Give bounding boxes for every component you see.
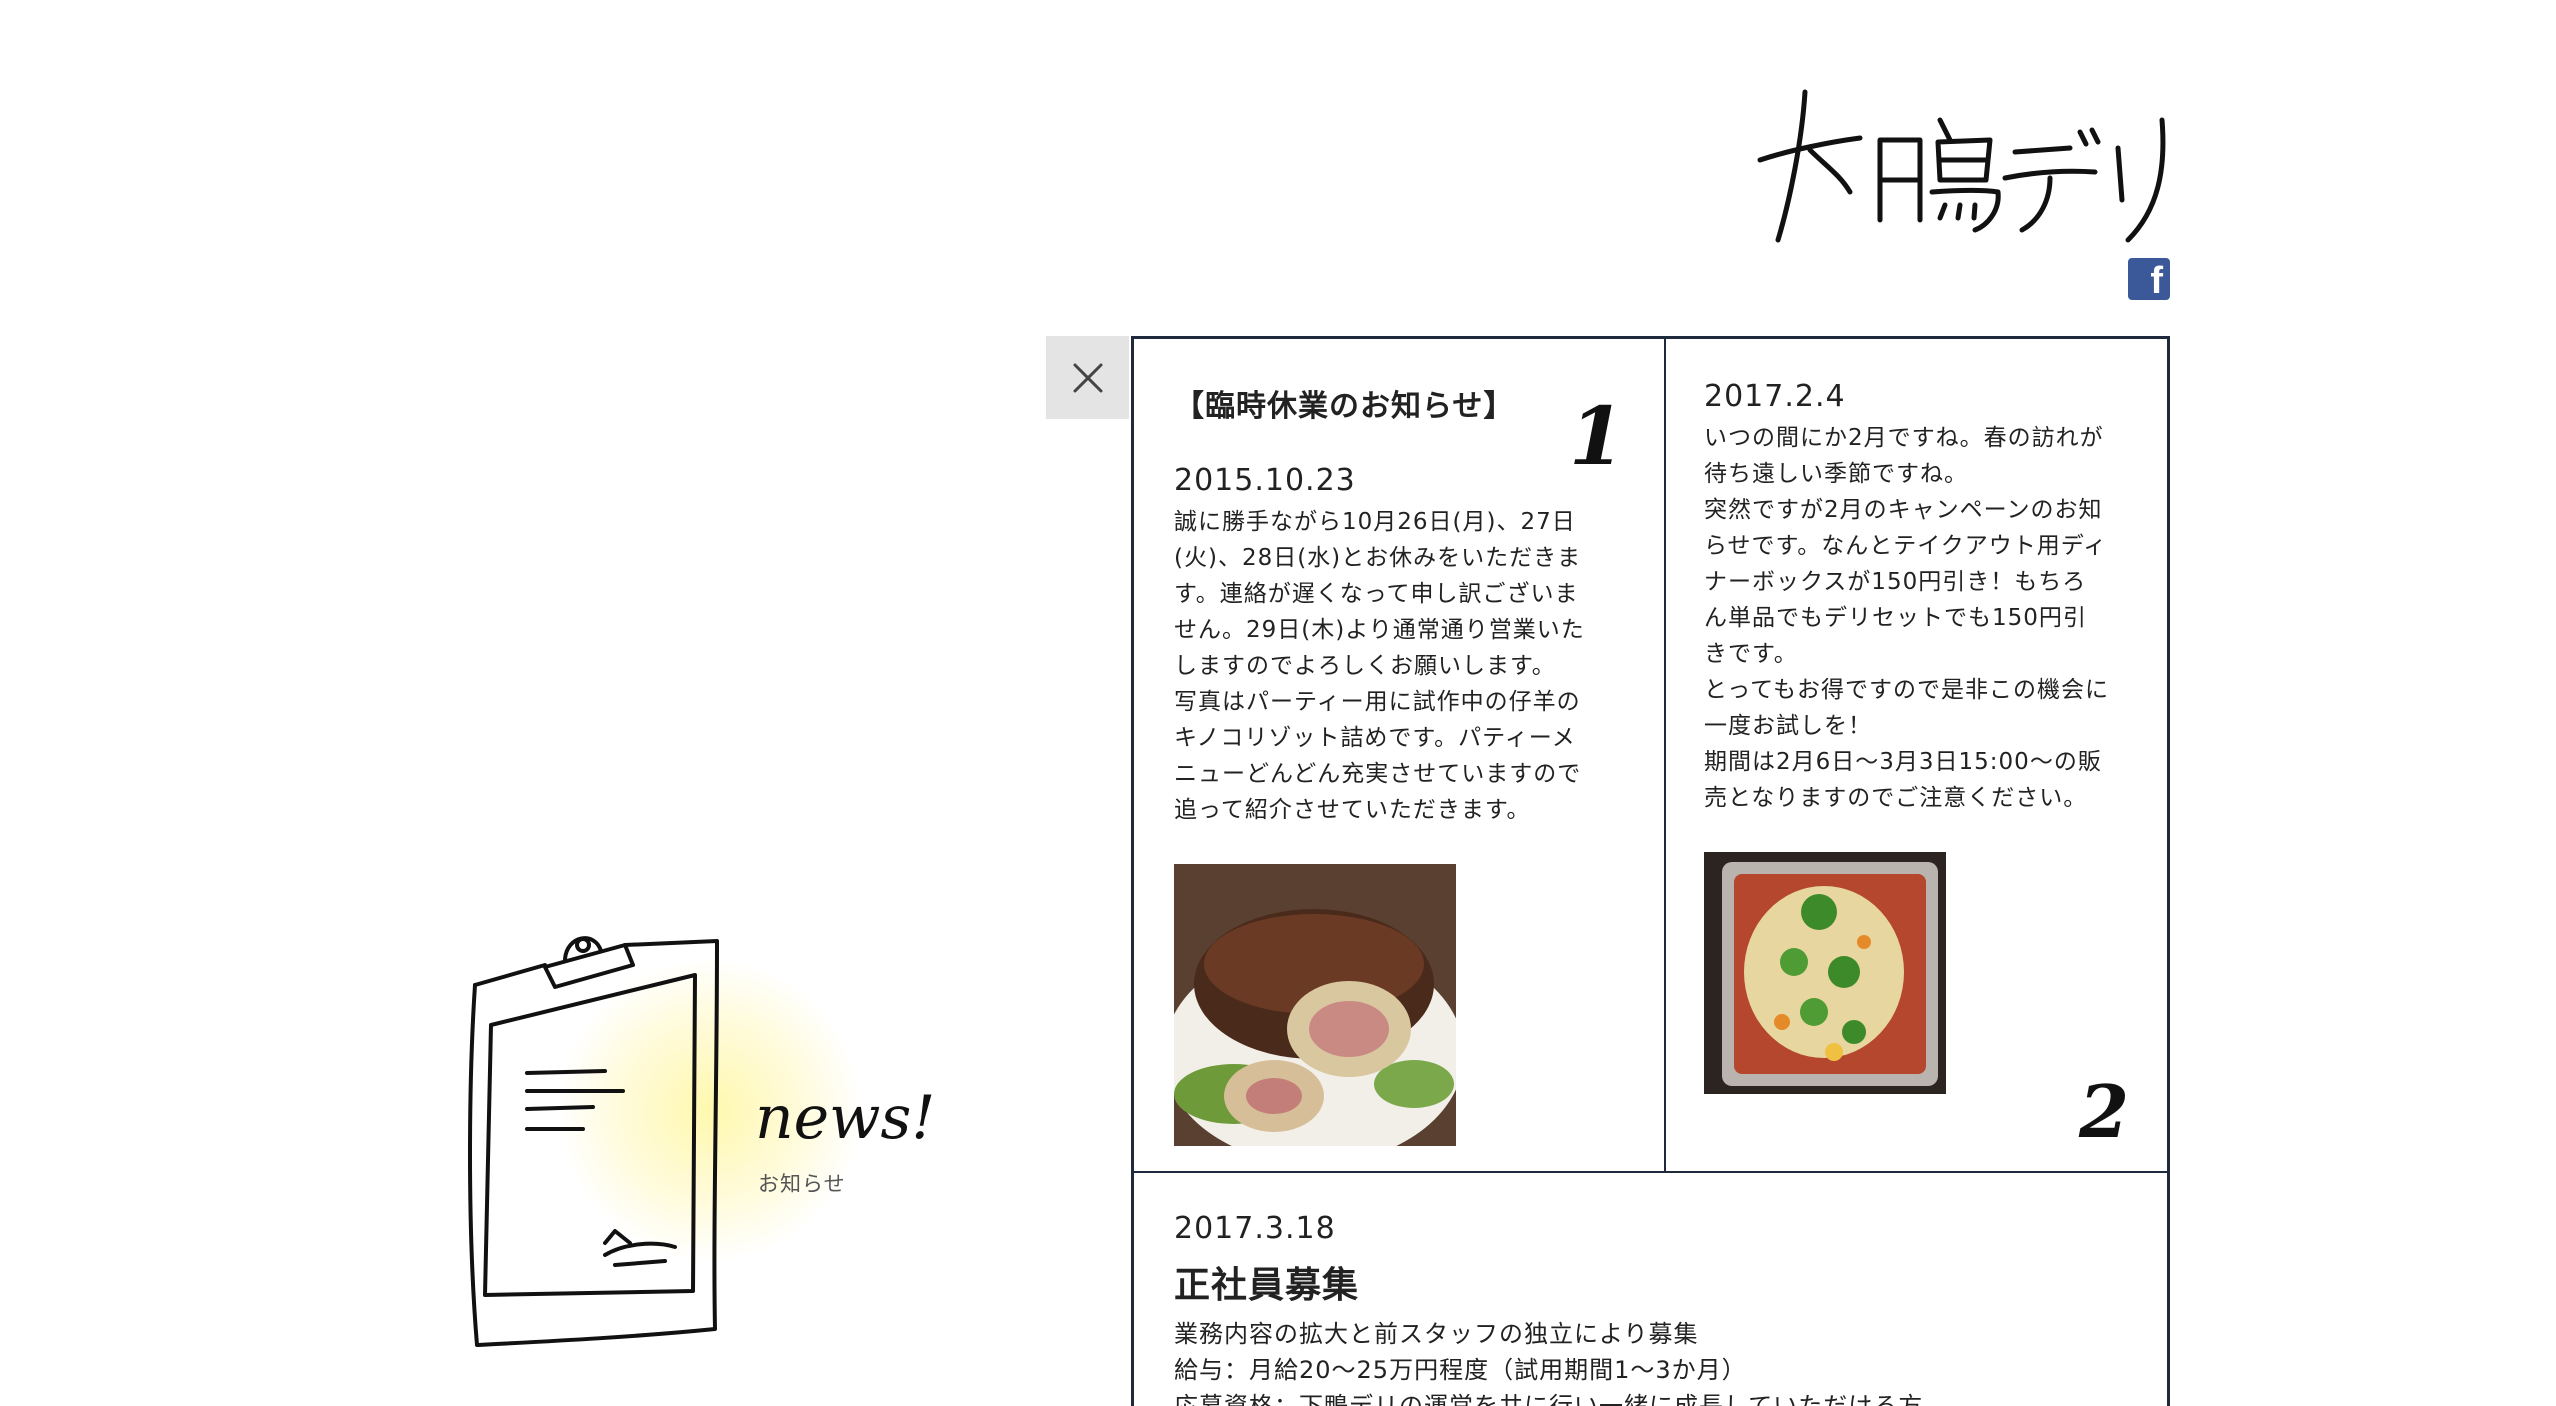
news-card[interactable]: 2017.2.4 いつの間にか2月ですね。春の訪れが 待ち遠しい季節ですね。 突…	[1704, 379, 2144, 1098]
news-subtitle: お知らせ	[758, 1172, 846, 1196]
site-logo[interactable]	[1750, 80, 2190, 250]
news-date: 2015.10.23	[1174, 463, 1356, 498]
news-card[interactable]: 【臨時休業のお知らせ】 2015.10.23 誠に勝手ながら10月26日(月)、…	[1164, 381, 1624, 1164]
svg-text:news!: news!	[755, 1083, 935, 1153]
news-body: 業務内容の拡大と前スタッフの独立により募集 給与：月給20〜25万円程度（試用期…	[1174, 1320, 1949, 1406]
close-icon	[1073, 363, 1102, 392]
news-body: 誠に勝手ながら10月26日(月)、27日 (火)、28日(水)とお休みをいただき…	[1174, 509, 1585, 823]
news-title: 【臨時休業のお知らせ】	[1174, 389, 1515, 424]
roast-lamb-photo[interactable]	[1164, 864, 1464, 1164]
facebook-icon[interactable]: f	[2128, 258, 2170, 300]
panel-divider-horizontal	[1134, 1171, 2167, 1173]
news-heading: news!	[755, 1083, 935, 1153]
panel-divider-vertical	[1664, 339, 1666, 1172]
close-button[interactable]	[1046, 336, 1129, 419]
news-title: 正社員募集	[1174, 1265, 1360, 1306]
news-date: 2017.3.18	[1174, 1211, 1336, 1246]
deli-tray-photo[interactable]	[1704, 852, 1946, 1094]
news-date: 2017.2.4	[1704, 379, 1846, 414]
clipboard-icon	[468, 936, 719, 1347]
page: f news! お知らせ 1 2 【臨時休業のお知らせ】 2015.10.23 …	[0, 0, 2556, 1406]
news-body: いつの間にか2月ですね。春の訪れが 待ち遠しい季節ですね。 突然ですが2月のキャ…	[1704, 425, 2110, 811]
news-panel[interactable]: 1 2 【臨時休業のお知らせ】 2015.10.23 誠に勝手ながら10月26日…	[1131, 336, 2170, 1406]
news-card[interactable]: 2017.3.18 正社員募集 業務内容の拡大と前スタッフの独立により募集 給与…	[1174, 1211, 2134, 1406]
